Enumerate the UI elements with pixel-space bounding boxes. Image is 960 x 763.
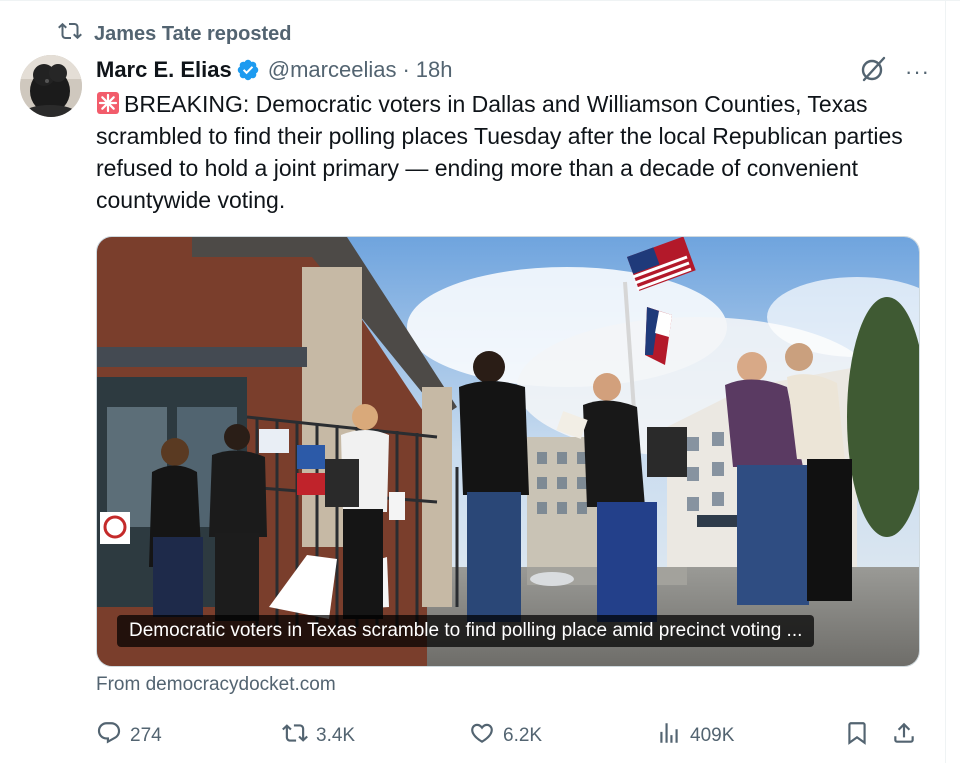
- author-avatar[interactable]: [20, 55, 82, 117]
- post-body: BREAKING: Democratic voters in Dallas an…: [96, 91, 903, 213]
- siren-emoji-icon: [96, 91, 120, 115]
- post-timestamp[interactable]: 18h: [416, 57, 453, 83]
- card-photo: [97, 237, 919, 666]
- reply-button[interactable]: 274: [96, 718, 162, 754]
- card-source[interactable]: From democracydocket.com: [96, 674, 336, 696]
- top-divider: [0, 0, 960, 1]
- repost-button[interactable]: 3.4K: [282, 718, 355, 754]
- share-button[interactable]: [891, 718, 917, 754]
- views-count: 409K: [690, 725, 735, 746]
- separator-dot: ·: [402, 57, 410, 82]
- right-divider: [945, 0, 946, 763]
- repost-banner[interactable]: James Tate reposted: [58, 20, 292, 48]
- author-handle[interactable]: @marceelias: [268, 57, 397, 83]
- like-count: 6.2K: [503, 725, 543, 746]
- reply-icon: [96, 720, 122, 752]
- repost-count: 3.4K: [316, 725, 356, 746]
- share-icon: [891, 720, 917, 752]
- verified-badge-icon: [236, 58, 260, 82]
- post-header: Marc E. Elias @marceelias · 18h ···: [96, 55, 930, 85]
- views-chart-icon: [656, 720, 682, 752]
- views-button[interactable]: 409K: [656, 718, 734, 754]
- bookmark-icon: [844, 720, 870, 752]
- heart-icon: [469, 720, 495, 752]
- more-options-icon[interactable]: ···: [905, 59, 930, 85]
- repost-label: James Tate reposted: [94, 22, 292, 45]
- bookmark-button[interactable]: [844, 718, 870, 754]
- grok-icon[interactable]: [859, 55, 887, 89]
- retweet-icon: [58, 19, 82, 49]
- repost-icon: [282, 720, 308, 752]
- card-caption: Democratic voters in Texas scramble to f…: [117, 615, 815, 647]
- author-name[interactable]: Marc E. Elias: [96, 57, 232, 83]
- reply-count: 274: [130, 725, 162, 746]
- like-button[interactable]: 6.2K: [469, 718, 542, 754]
- link-card[interactable]: Democratic voters in Texas scramble to f…: [96, 236, 920, 667]
- post-text: BREAKING: Democratic voters in Dallas an…: [96, 88, 926, 216]
- action-bar: 274 3.4K 6.2K 409K: [96, 718, 918, 754]
